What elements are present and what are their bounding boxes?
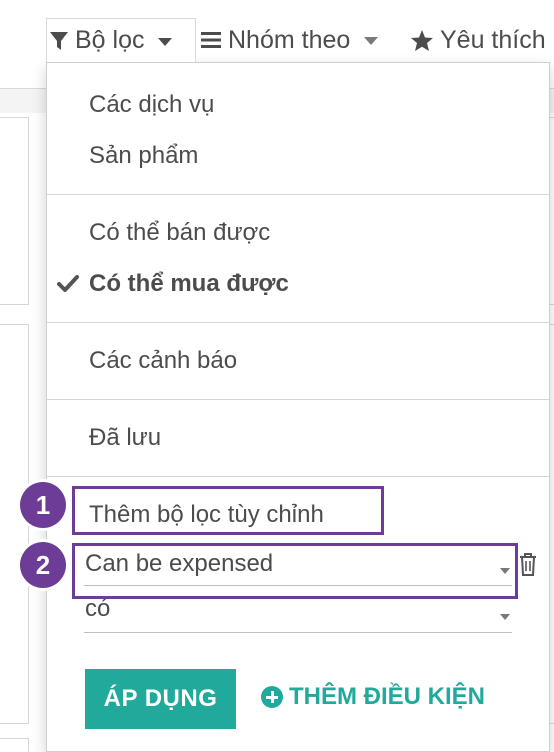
- filter-label: Bộ lọc: [75, 26, 145, 54]
- filter-item-archived[interactable]: Đã lưu: [89, 424, 161, 452]
- filter-icon: [49, 30, 69, 52]
- caret-down-icon: [364, 37, 379, 45]
- menu-divider: [47, 194, 549, 195]
- caret-down-icon: [158, 37, 173, 46]
- kanban-card[interactable]: [0, 324, 29, 724]
- step-badge-1: 1: [20, 482, 66, 528]
- check-icon: [57, 275, 79, 292]
- filter-item-warnings[interactable]: Các cảnh báo: [89, 347, 237, 375]
- filter-item-products[interactable]: Sản phẩm: [89, 142, 198, 170]
- kanban-card[interactable]: [0, 738, 29, 752]
- groupby-dropdown-toggle[interactable]: Nhóm theo: [200, 18, 379, 62]
- menu-divider: [47, 476, 549, 477]
- add-condition-link[interactable]: THÊM ĐIỀU KIỆN: [261, 683, 485, 711]
- custom-filter-operator-select[interactable]: có: [84, 595, 512, 633]
- kanban-card[interactable]: [0, 117, 29, 305]
- plus-circle-icon: [261, 686, 283, 708]
- list-icon: [200, 30, 222, 50]
- highlight-box-step-2: [72, 543, 518, 599]
- filter-item-services[interactable]: Các dịch vụ: [89, 91, 214, 119]
- apply-button[interactable]: ÁP DỤNG: [85, 669, 236, 729]
- filter-item-can-be-purchased[interactable]: Có thể mua được: [89, 270, 289, 298]
- star-icon: [410, 29, 434, 52]
- step-badge-2: 2: [20, 542, 66, 588]
- custom-filter-operator-value: có: [85, 595, 111, 622]
- caret-down-icon: [500, 613, 510, 620]
- trash-icon[interactable]: [517, 551, 539, 577]
- favorites-label: Yêu thích: [440, 25, 546, 54]
- menu-divider: [47, 322, 549, 323]
- highlight-box-step-1: [72, 486, 384, 535]
- filter-dropdown-toggle[interactable]: Bộ lọc: [46, 18, 196, 62]
- add-condition-label: THÊM ĐIỀU KIỆN: [289, 683, 486, 710]
- menu-divider: [47, 399, 549, 400]
- favorites-dropdown-toggle[interactable]: Yêu thích: [410, 18, 546, 62]
- filter-item-can-be-sold[interactable]: Có thể bán được: [89, 219, 270, 247]
- groupby-label: Nhóm theo: [228, 25, 351, 54]
- filter-dropdown-menu: Các dịch vụ Sản phẩm Có thể bán được Có …: [46, 62, 550, 752]
